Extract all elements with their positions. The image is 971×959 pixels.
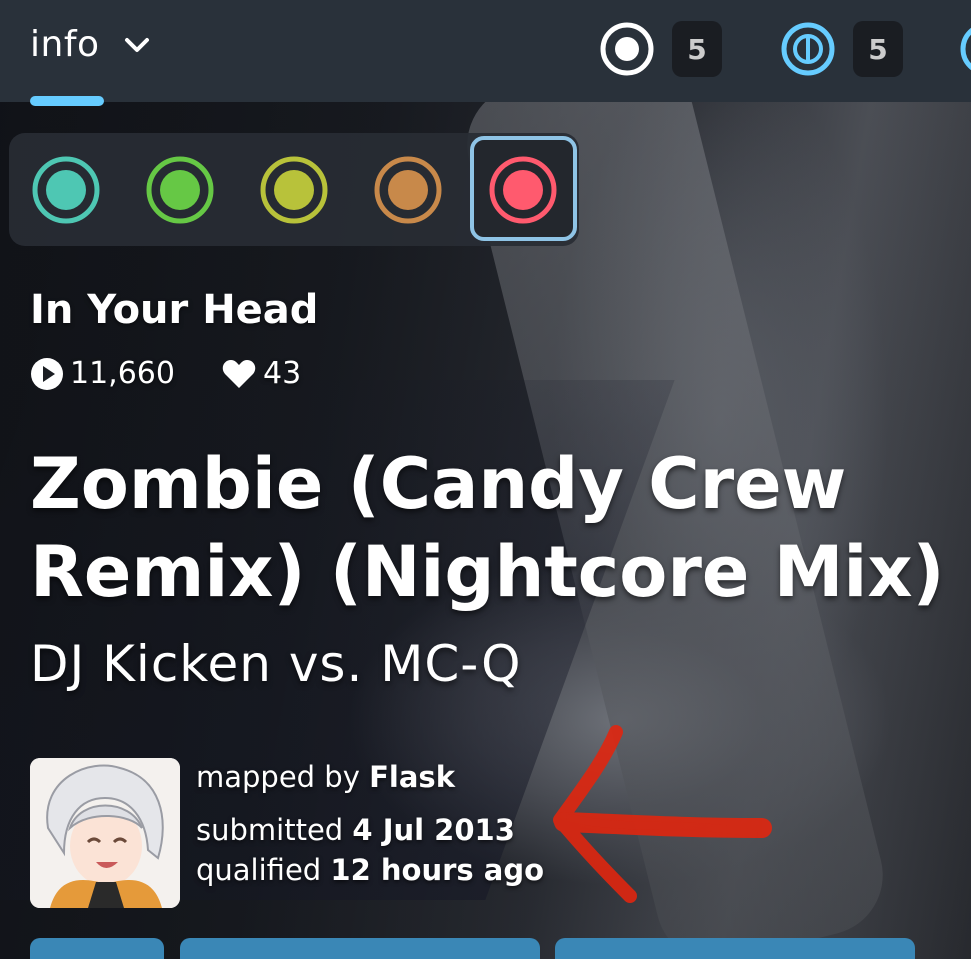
difficulty-icon[interactable] <box>144 154 216 226</box>
mapped-by-label: mapped by <box>196 760 360 794</box>
mode-count-badge: 5 <box>853 21 903 77</box>
mode-taiko[interactable]: 5 <box>779 20 903 78</box>
difficulty-icon[interactable] <box>487 154 559 226</box>
submitted-date: 4 Jul 2013 <box>352 813 515 847</box>
play-count: 11,660 <box>30 356 175 391</box>
qualified-date: 12 hours ago <box>330 853 544 887</box>
song-title[interactable]: Zombie (Candy Crew Remix) (Nightcore Mix… <box>30 440 965 616</box>
red-arrow-annotation <box>553 725 772 903</box>
favourite-count-value: 43 <box>262 356 302 391</box>
top-bar: info 5 5 <box>0 0 971 102</box>
play-count-value: 11,660 <box>70 356 175 391</box>
mode-osu[interactable]: 5 <box>598 20 722 78</box>
chevron-down-icon <box>124 37 149 52</box>
mapped-by-line: mapped by Flask <box>196 760 455 794</box>
mapper-name-link[interactable]: Flask <box>369 760 455 794</box>
difficulty-icon[interactable] <box>258 154 330 226</box>
heart-icon <box>222 359 256 388</box>
tab-dropdown[interactable]: info <box>30 24 152 65</box>
play-icon <box>31 357 63 390</box>
song-artist[interactable]: DJ Kicken vs. MC-Q <box>30 635 522 693</box>
mode-count-badge: 5 <box>672 21 722 77</box>
submitted-line: submitted 4 Jul 2013 <box>196 813 515 847</box>
osu-standard-icon <box>600 22 654 76</box>
avatar-illustration <box>30 758 180 908</box>
mapper-avatar[interactable] <box>30 758 180 908</box>
action-button[interactable] <box>555 938 915 959</box>
download-button[interactable] <box>30 938 164 959</box>
qualified-label: qualified <box>196 853 322 887</box>
difficulty-name: In Your Head <box>30 287 319 333</box>
mode-catch[interactable] <box>958 20 971 78</box>
osu-catch-icon <box>960 27 971 71</box>
osu-taiko-icon <box>781 22 835 76</box>
difficulty-selector <box>9 133 579 246</box>
tab-label: info <box>30 24 100 65</box>
action-button[interactable] <box>180 938 540 959</box>
beatmap-stats: 11,660 43 <box>30 356 347 391</box>
difficulty-icon[interactable] <box>372 154 444 226</box>
active-tab-indicator <box>30 96 104 106</box>
submitted-label: submitted <box>196 813 344 847</box>
favourite-count: 43 <box>221 356 301 391</box>
difficulty-icon[interactable] <box>30 154 102 226</box>
qualified-line: qualified 12 hours ago <box>196 853 544 887</box>
